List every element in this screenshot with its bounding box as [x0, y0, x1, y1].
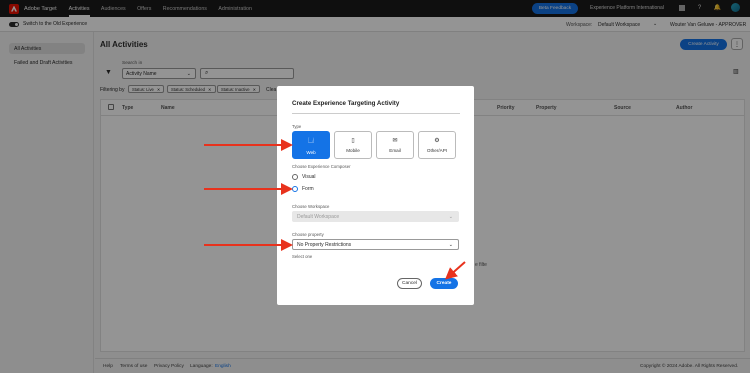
chevron-down-icon: ⌄	[448, 213, 453, 220]
create-button[interactable]: Create	[430, 278, 458, 289]
type-label: Type	[292, 124, 302, 129]
api-icon: ⚙	[434, 138, 440, 144]
workspace-value: Default Workspace	[297, 213, 340, 220]
property-select[interactable]: No Property Restrictions ⌄	[292, 239, 459, 250]
radio-form-label[interactable]: Form	[302, 186, 314, 192]
email-icon: ✉	[392, 138, 398, 144]
type-mobile-label: Mobile	[346, 148, 360, 153]
type-email[interactable]: ✉ Email	[376, 131, 414, 159]
property-label: Choose property	[292, 232, 324, 237]
composer-label: Choose Experience Composer	[292, 164, 351, 169]
property-value: No Property Restrictions	[297, 241, 352, 248]
dialog-title: Create Experience Targeting Activity	[292, 100, 400, 107]
radio-visual[interactable]	[292, 174, 298, 180]
type-web-label: Web	[306, 149, 316, 155]
type-mobile[interactable]: ▯ Mobile	[334, 131, 372, 159]
type-other-api-label: Other/API	[426, 148, 448, 153]
browser-icon: 🗔	[307, 137, 315, 144]
workspace-label: Choose Workspace	[292, 204, 330, 209]
radio-form[interactable]	[292, 186, 298, 192]
cancel-button[interactable]: Cancel	[397, 278, 422, 289]
type-email-label: Email	[389, 148, 401, 153]
chevron-down-icon: ⌄	[448, 241, 453, 248]
type-web[interactable]: 🗔 Web	[292, 131, 330, 159]
property-helper: Select one	[292, 254, 313, 259]
mobile-icon: ▯	[351, 138, 355, 144]
workspace-select: Default Workspace ⌄	[292, 211, 459, 222]
radio-visual-label[interactable]: Visual	[302, 174, 316, 180]
divider	[292, 113, 460, 114]
type-other-api[interactable]: ⚙ Other/API	[418, 131, 456, 159]
create-activity-dialog: Create Experience Targeting Activity Typ…	[277, 86, 474, 305]
